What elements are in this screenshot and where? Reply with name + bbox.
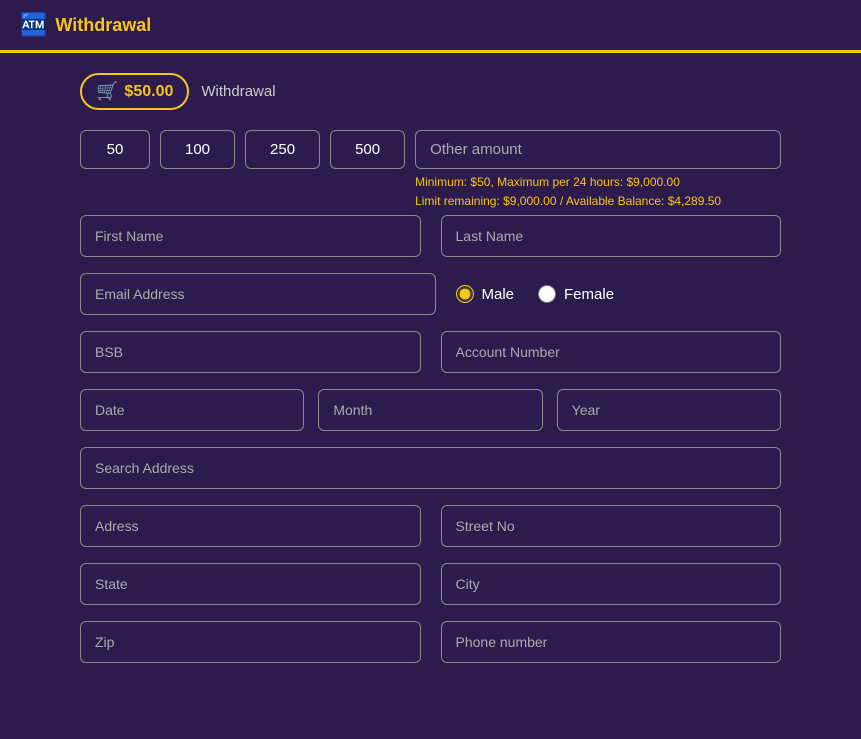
month-input[interactable] <box>318 389 542 431</box>
street-no-input[interactable] <box>441 505 782 547</box>
state-city-row <box>80 563 781 605</box>
last-name-input[interactable] <box>441 215 782 257</box>
date-row <box>80 389 781 431</box>
year-input[interactable] <box>557 389 781 431</box>
main-content: 🛒 $50.00 Withdrawal 50 100 250 500 Minim… <box>0 53 861 699</box>
amount-btn-50[interactable]: 50 <box>80 130 150 169</box>
amount-section: 50 100 250 500 Minimum: $50, Maximum per… <box>80 130 781 211</box>
phone-input[interactable] <box>441 621 782 663</box>
limit-info: Minimum: $50, Maximum per 24 hours: $9,0… <box>415 173 781 211</box>
city-input[interactable] <box>441 563 782 605</box>
limit-line1: Minimum: $50, Maximum per 24 hours: $9,0… <box>415 173 781 192</box>
zip-input[interactable] <box>80 621 421 663</box>
male-radio-label[interactable]: Male <box>456 285 515 303</box>
female-radio[interactable] <box>538 285 556 303</box>
email-gender-row: Male Female <box>80 273 781 315</box>
amount-row: 🛒 $50.00 Withdrawal <box>80 73 781 110</box>
amount-badge-value: $50.00 <box>124 83 173 101</box>
female-label: Female <box>564 286 614 303</box>
date-input[interactable] <box>80 389 304 431</box>
other-amount-input[interactable] <box>415 130 781 169</box>
zip-phone-row <box>80 621 781 663</box>
address-input[interactable] <box>80 505 421 547</box>
email-input[interactable] <box>80 273 436 315</box>
first-name-input[interactable] <box>80 215 421 257</box>
male-label: Male <box>482 286 515 303</box>
name-row <box>80 215 781 257</box>
female-radio-label[interactable]: Female <box>538 285 614 303</box>
amount-btn-500[interactable]: 500 <box>330 130 405 169</box>
male-radio[interactable] <box>456 285 474 303</box>
header-title: Withdrawal <box>55 15 151 36</box>
amount-btn-100[interactable]: 100 <box>160 130 235 169</box>
account-number-input[interactable] <box>441 331 782 373</box>
other-amount-section: Minimum: $50, Maximum per 24 hours: $9,0… <box>415 130 781 211</box>
header: 🏧 Withdrawal <box>0 0 861 53</box>
address-row <box>80 505 781 547</box>
state-input[interactable] <box>80 563 421 605</box>
amount-buttons-group: 50 100 250 500 <box>80 130 405 169</box>
withdrawal-label: Withdrawal <box>201 83 275 100</box>
gender-group: Male Female <box>456 273 782 315</box>
bank-row <box>80 331 781 373</box>
amount-badge[interactable]: 🛒 $50.00 <box>80 73 189 110</box>
amount-btn-250[interactable]: 250 <box>245 130 320 169</box>
search-address-input[interactable] <box>80 447 781 489</box>
withdrawal-icon: 🏧 <box>20 12 47 38</box>
limit-line2: Limit remaining: $9,000.00 / Available B… <box>415 192 781 211</box>
cart-icon: 🛒 <box>96 81 118 102</box>
bsb-input[interactable] <box>80 331 421 373</box>
